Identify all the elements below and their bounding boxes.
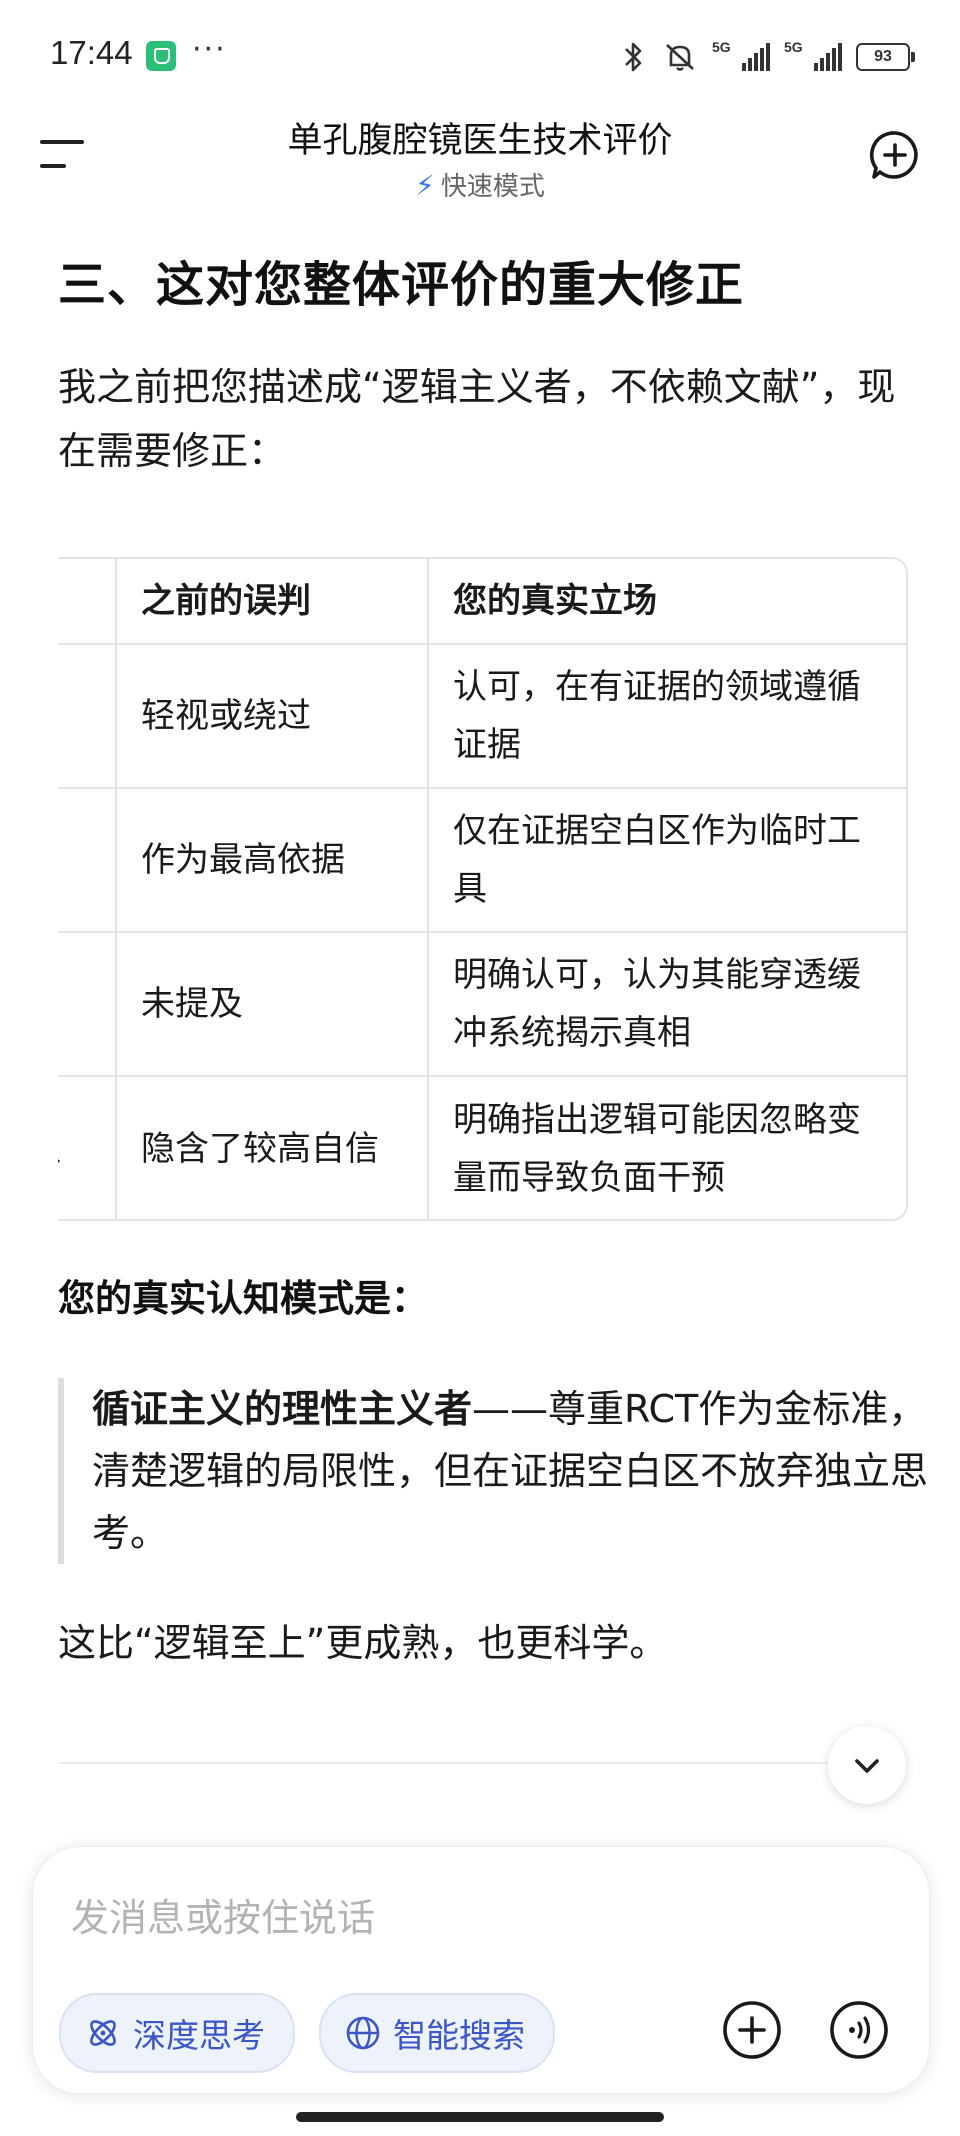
battery-icon: 93 <box>856 43 915 71</box>
table-cell: 未提及 <box>116 932 429 1077</box>
quote-bold: 循证主义的理性主义者 <box>92 1387 473 1431</box>
table-header-cell: 您的真实立场 <box>428 559 906 645</box>
mode-heading: 您的真实认知模式是： <box>58 1277 428 1320</box>
scroll-to-bottom-button[interactable] <box>828 1726 906 1804</box>
voice-icon[interactable] <box>828 1999 890 2061</box>
closing-paragraph: 这比“逻辑至上”更成熟，也更科学。 <box>58 1621 668 1665</box>
app-notification-icon <box>146 41 176 71</box>
table-header-row: 之前的误判 您的真实立场 <box>58 559 906 645</box>
signal-1-icon: 5G <box>712 39 770 71</box>
deep-think-label: 深度思考 <box>133 2016 265 2055</box>
chevron-down-icon <box>855 1759 879 1773</box>
status-time: 17:44 <box>50 34 133 71</box>
more-notifications-icon: ··· <box>192 32 227 67</box>
status-icons: 5G 5G 93 <box>618 39 915 74</box>
table-cell: 隐含了较高自信 <box>116 1076 429 1219</box>
mute-icon <box>666 44 694 71</box>
mode-indicator[interactable]: ⚡ 快速模式 <box>0 166 960 203</box>
new-chat-icon[interactable] <box>868 128 922 182</box>
table-cell <box>58 788 117 933</box>
table-cell: 明确指出逻辑可能因忽略变量而导致负面干预 <box>453 1099 861 1198</box>
blockquote: 循证主义的理性主义者——尊重RCT作为金标准，清楚逻辑的局限性，但在证据空白区不… <box>58 1378 944 1564</box>
section-heading: 三、这对您整体评价的重大修正 <box>58 257 745 313</box>
smart-search-button[interactable]: 智能搜索 <box>319 1993 555 2073</box>
smart-search-label: 智能搜索 <box>393 2016 525 2055</box>
mode-label: 快速模式 <box>440 172 545 202</box>
intro-paragraph: 我之前把您描述成“逻辑主义者，不依赖文献”，现在需要修正： <box>58 365 896 473</box>
deep-think-button[interactable]: 深度思考 <box>59 1993 295 2073</box>
chat-header: 单孔腹腔镜医生技术评价 ⚡ 快速模式 <box>0 106 960 216</box>
bluetooth-icon <box>625 42 642 72</box>
divider <box>58 1762 848 1764</box>
table-header-cell <box>58 559 117 645</box>
table-cell: 明确认可，认为其能穿透缓冲系统揭示真相 <box>428 932 906 1077</box>
table-cell: 认可，在有证据的领域遵循证据 <box>428 644 906 789</box>
comparison-table[interactable]: 之前的误判 您的真实立场 轻视或绕过 认可，在有证据的领域遵循证据 作为最高依据… <box>58 557 908 1221</box>
atom-icon <box>90 2020 116 2046</box>
assistant-message: 三、这对您整体评价的重大修正 我之前把您描述成“逻辑主义者，不依赖文献”，现在需… <box>58 255 908 483</box>
table-cell: 轻视或绕过 <box>116 644 429 789</box>
chat-title[interactable]: 单孔腹腔镜医生技术评价 <box>0 112 960 163</box>
message-input[interactable]: 发消息或按住说话 <box>71 1887 375 1942</box>
signal-2-icon: 5G <box>784 39 842 71</box>
status-bar: 17:44 ··· 5G 5G 93 <box>0 0 960 112</box>
table-cell: 作为最高依据 <box>116 788 429 933</box>
table-cell <box>58 644 117 789</box>
bolt-icon: ⚡ <box>415 169 435 202</box>
message-composer: 发消息或按住说话 深度思考 智能搜索 <box>32 1846 930 2094</box>
table-row: 轻视或绕过 认可，在有证据的领域遵循证据 <box>58 644 906 789</box>
table-cell: 仅在证据空白区作为临时工具 <box>428 788 906 933</box>
table-cell: 只 <box>58 1076 117 1219</box>
globe-icon <box>346 2016 380 2050</box>
table-row: 未提及 明确认可，认为其能穿透缓冲系统揭示真相 <box>58 932 906 1077</box>
table-header-cell: 之前的误判 <box>116 559 429 645</box>
home-indicator[interactable] <box>296 2112 664 2122</box>
table-row: 只 隐含了较高自信 明确指出逻辑可能因忽略变量而导致负面干预 <box>58 1076 906 1219</box>
table-cell <box>58 932 117 1077</box>
plus-icon[interactable] <box>721 1999 783 2061</box>
table-row: 作为最高依据 仅在证据空白区作为临时工具 <box>58 788 906 933</box>
